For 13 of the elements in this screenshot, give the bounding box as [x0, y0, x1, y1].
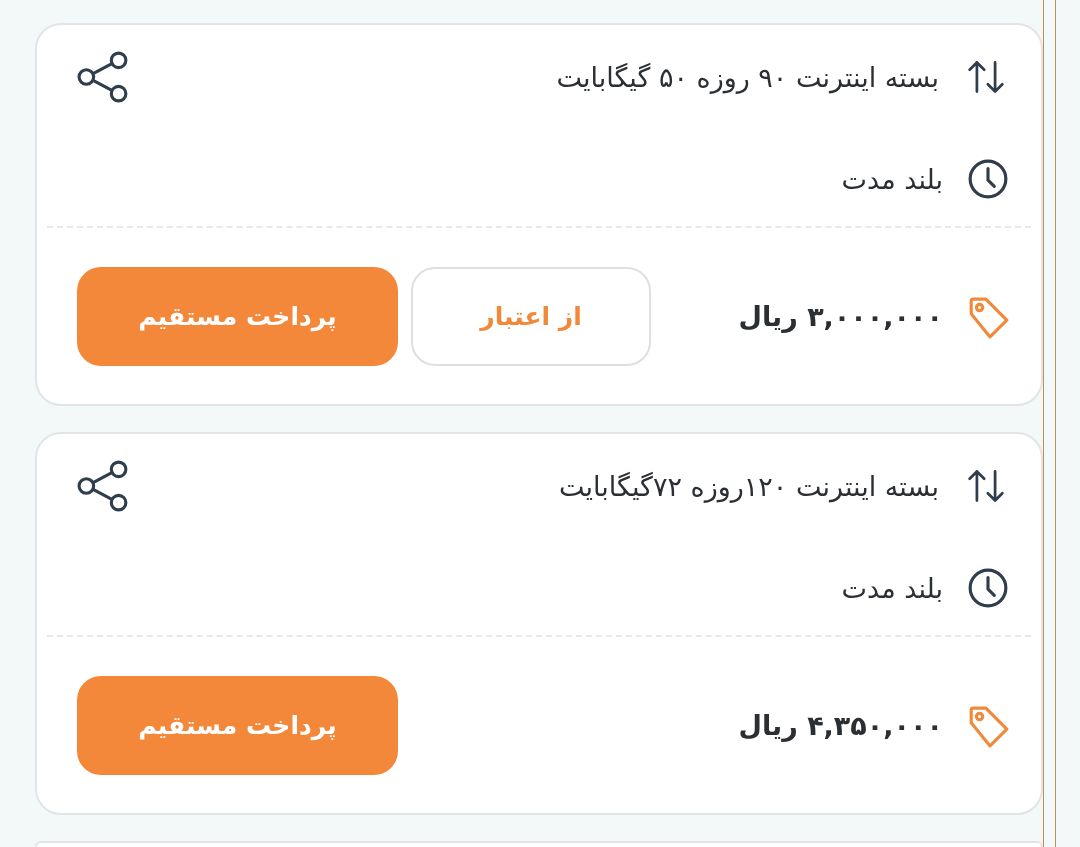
pay-button[interactable]: پرداخت مستقیم — [77, 267, 398, 366]
duration-label: بلند مدت — [841, 572, 943, 604]
package-title: بسته اینترنت ۹۰ روزه ۵۰ گیگابایت — [556, 61, 939, 93]
pay-button[interactable]: پرداخت مستقیم — [77, 676, 398, 775]
clock-icon — [967, 158, 1009, 200]
package-title: بسته اینترنت ۱۲۰روزه ۷۲گیگابایت — [559, 470, 939, 502]
share-icon[interactable] — [77, 460, 129, 512]
clock-icon — [967, 567, 1009, 609]
duration-label: بلند مدت — [841, 163, 943, 195]
price-label: ۴,۳۵۰,۰۰۰ ریال — [738, 710, 943, 741]
credit-button[interactable]: از اعتبار — [411, 267, 651, 366]
price-label: ۳,۰۰۰,۰۰۰ ریال — [738, 301, 943, 332]
share-icon[interactable] — [77, 51, 129, 103]
